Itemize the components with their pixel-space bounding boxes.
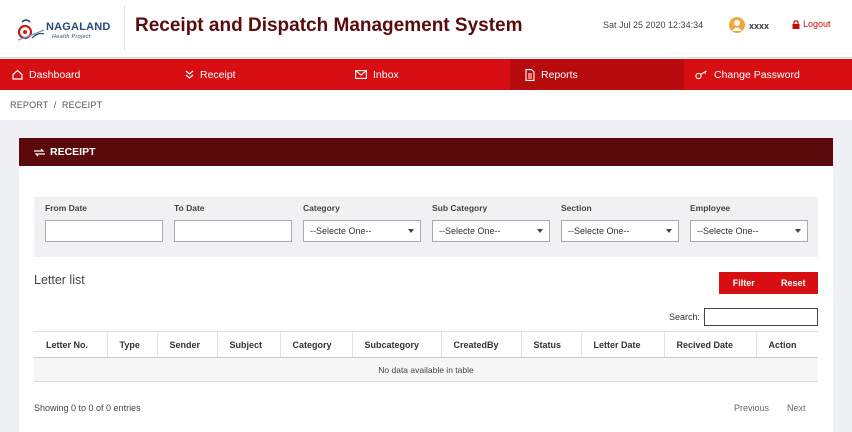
- caret-down-icon: [537, 229, 543, 233]
- caret-down-icon: [795, 229, 801, 233]
- previous-button[interactable]: Previous: [734, 403, 769, 413]
- col-subject[interactable]: Subject: [217, 331, 281, 358]
- filter-button[interactable]: Filter: [719, 272, 769, 294]
- col-action[interactable]: Action: [756, 331, 818, 358]
- main-nav: Dashboard Receipt Inbox Reports Change P…: [0, 59, 852, 90]
- employee-label: Employee: [690, 203, 731, 213]
- breadcrumb-bar: REPORT / RECEIPT: [0, 90, 852, 120]
- table-row: No data available in table: [34, 357, 818, 382]
- col-letter-no[interactable]: Letter No.: [34, 331, 108, 358]
- category-label: Category: [303, 203, 340, 213]
- key-icon: [695, 70, 707, 79]
- card-header: RECEIPT: [19, 138, 833, 166]
- employee-select[interactable]: --Selecte One--: [690, 220, 808, 242]
- sub-category-select[interactable]: --Selecte One--: [432, 220, 550, 242]
- logout-label: Logout: [803, 19, 831, 29]
- col-type[interactable]: Type: [107, 331, 158, 358]
- col-createdby[interactable]: CreatedBy: [441, 331, 522, 358]
- app-header: NAGALAND Health Project Receipt and Disp…: [0, 0, 852, 58]
- header-divider: [124, 6, 125, 50]
- logo-title: NAGALAND: [46, 21, 111, 33]
- user-icon: [732, 20, 742, 31]
- search-input[interactable]: [704, 308, 818, 326]
- col-recived-date[interactable]: Recived Date: [664, 331, 757, 358]
- logout-button[interactable]: Logout: [792, 19, 831, 29]
- nav-label-inbox: Inbox: [373, 68, 399, 81]
- employee-selected: --Selecte One--: [697, 226, 759, 236]
- breadcrumb: REPORT / RECEIPT: [10, 100, 103, 110]
- col-category[interactable]: Category: [280, 331, 353, 358]
- to-date-input[interactable]: [174, 220, 292, 242]
- to-date-label: To Date: [174, 203, 205, 213]
- user-avatar[interactable]: [729, 17, 745, 33]
- current-datetime: Sat Jul 25 2020 12:34:34: [603, 20, 704, 30]
- col-sender[interactable]: Sender: [157, 331, 218, 358]
- empty-table-message: No data available in table: [34, 357, 818, 382]
- letter-table: Letter No. Type Sender Subject Category …: [34, 331, 818, 382]
- mail-icon: [355, 70, 367, 79]
- col-subcategory[interactable]: Subcategory: [352, 331, 442, 358]
- sub-category-group: Sub Category --Selecte One--: [432, 203, 550, 242]
- next-button[interactable]: Next: [787, 403, 806, 413]
- caret-down-icon: [666, 229, 672, 233]
- col-letter-date[interactable]: Letter Date: [581, 331, 665, 358]
- category-select[interactable]: --Selecte One--: [303, 220, 421, 242]
- search-label: Search:: [669, 312, 701, 322]
- nav-dashboard[interactable]: Dashboard: [12, 59, 80, 90]
- nav-receipt[interactable]: Receipt: [185, 59, 236, 90]
- from-date-input[interactable]: [45, 220, 163, 242]
- filter-actions: Filter Reset: [719, 272, 818, 294]
- nav-label-dashboard: Dashboard: [29, 68, 81, 81]
- filter-panel: From Date To Date Category --Selecte One…: [34, 197, 818, 257]
- pagination: Previous Next: [734, 403, 806, 413]
- lock-icon: [792, 19, 800, 29]
- home-icon: [12, 69, 23, 80]
- nav-change-password[interactable]: Change Password: [695, 59, 800, 90]
- table-header-row: Letter No. Type Sender Subject Category …: [34, 331, 818, 358]
- letter-list-title: Letter list: [34, 273, 85, 287]
- chevrons-down-icon: [185, 70, 194, 79]
- employee-group: Employee --Selecte One--: [690, 203, 808, 242]
- section-label: Section: [561, 203, 592, 213]
- receipt-card: RECEIPT From Date To Date Category --Sel…: [19, 138, 833, 432]
- col-status[interactable]: Status: [521, 331, 582, 358]
- to-date-group: To Date: [174, 203, 292, 242]
- category-selected: --Selecte One--: [310, 226, 372, 236]
- exchange-icon: [34, 148, 45, 156]
- card-title: RECEIPT: [50, 146, 96, 158]
- sub-category-selected: --Selecte One--: [439, 226, 501, 236]
- from-date-group: From Date: [45, 203, 163, 242]
- nav-label-reports: Reports: [541, 68, 578, 81]
- nav-reports[interactable]: Reports: [510, 59, 684, 90]
- nav-label-change-password: Change Password: [714, 68, 800, 81]
- logo-mark-icon: [17, 19, 45, 41]
- username[interactable]: xxxx: [749, 21, 769, 31]
- logo-subtitle: Health Project: [52, 34, 91, 40]
- entries-info: Showing 0 to 0 of 0 entries: [34, 403, 141, 413]
- sub-category-label: Sub Category: [432, 203, 488, 213]
- nav-label-receipt: Receipt: [200, 68, 236, 81]
- section-group: Section --Selecte One--: [561, 203, 679, 242]
- section-select[interactable]: --Selecte One--: [561, 220, 679, 242]
- from-date-label: From Date: [45, 203, 88, 213]
- section-selected: --Selecte One--: [568, 226, 630, 236]
- reset-button[interactable]: Reset: [769, 272, 819, 294]
- app-title: Receipt and Dispatch Management System: [135, 15, 523, 36]
- nav-inbox[interactable]: Inbox: [355, 59, 399, 90]
- category-group: Category --Selecte One--: [303, 203, 421, 242]
- file-text-icon: [525, 68, 535, 81]
- caret-down-icon: [408, 229, 414, 233]
- nagaland-logo[interactable]: NAGALAND Health Project: [12, 12, 124, 48]
